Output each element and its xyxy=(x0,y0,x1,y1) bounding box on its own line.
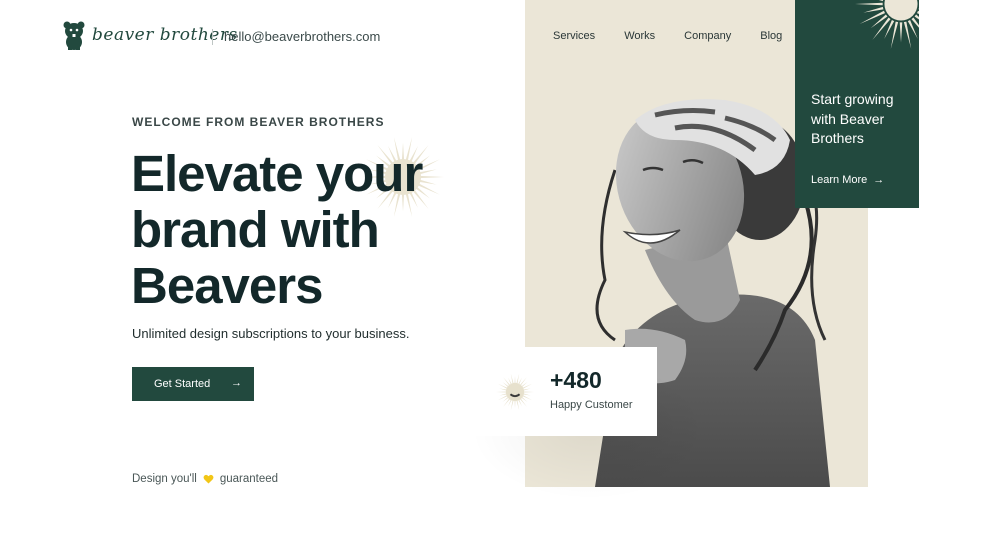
sun-ray xyxy=(872,17,891,40)
nav-item-blog[interactable]: Blog xyxy=(760,30,782,42)
sun-ray xyxy=(419,175,444,179)
sun-ray xyxy=(522,391,534,393)
learn-more-label: Learn More xyxy=(811,174,868,186)
sun-ray xyxy=(878,0,884,2)
get-started-button[interactable]: Get Started → xyxy=(132,367,254,401)
sun-ray xyxy=(863,6,884,13)
learn-more-link[interactable]: Learn More → xyxy=(811,174,884,186)
main-nav: Services Works Company Blog xyxy=(553,30,811,42)
sunburst-icon xyxy=(855,0,919,49)
heart-icon xyxy=(203,474,214,484)
nav-item-works[interactable]: Works xyxy=(624,30,655,42)
arrow-right-icon: → xyxy=(873,174,885,186)
beaver-logo-icon xyxy=(63,21,85,50)
guarantee-after: guaranteed xyxy=(219,473,279,485)
stats-value: +480 xyxy=(550,367,602,393)
nav-item-services[interactable]: Services xyxy=(553,30,595,42)
sunburst-icon xyxy=(496,373,534,411)
sun-ray xyxy=(859,10,886,24)
headline-line: Beavers xyxy=(131,257,324,314)
guarantee-text: Design you'll guaranteed xyxy=(132,473,278,485)
hero-headline: Elevate your brand with Beavers xyxy=(131,145,423,314)
promo-title: Start growing with Beaver Brothers xyxy=(811,91,894,146)
headline-line: brand with xyxy=(131,201,380,258)
email-link[interactable]: hello@beaverbrothers.com xyxy=(224,29,380,44)
sun-ray xyxy=(899,22,903,43)
headline-line: Elevate your xyxy=(131,145,423,202)
header-divider xyxy=(212,29,213,45)
get-started-label: Get Started xyxy=(154,378,211,390)
stats-card: +480 Happy Customer xyxy=(474,347,657,436)
sun-ray xyxy=(903,21,912,49)
nav-item-company[interactable]: Company xyxy=(684,30,731,42)
sun-ray xyxy=(855,2,883,6)
stats-label: Happy Customer xyxy=(550,399,633,411)
brand-name: beaver brothers xyxy=(92,25,238,45)
hero-subtext: Unlimited design subscriptions to your b… xyxy=(132,326,410,341)
sun-ray xyxy=(870,14,888,29)
guarantee-before: Design you'll xyxy=(132,473,197,485)
sun-ray xyxy=(890,21,899,49)
hero-eyebrow: WELCOME FROM BEAVER BROTHERS xyxy=(132,115,385,129)
sun-ray xyxy=(496,391,508,393)
arrow-right-icon: → xyxy=(231,377,242,389)
promo-card: Start growing with Beaver Brothers Learn… xyxy=(795,0,919,208)
